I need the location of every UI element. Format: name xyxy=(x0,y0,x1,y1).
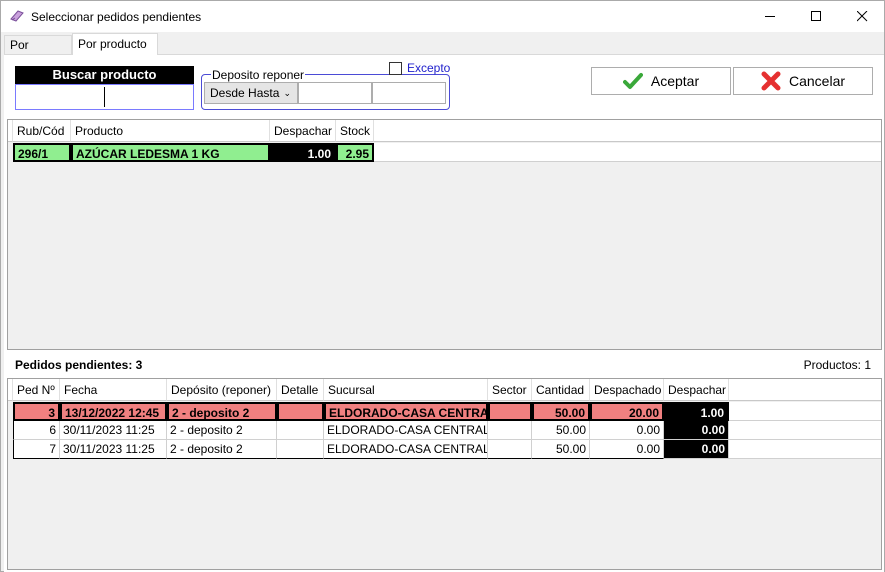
chevron-down-icon: ⌄ xyxy=(283,88,291,98)
order-despachar-cell[interactable]: 0.00 xyxy=(664,421,729,440)
dialog-window: Seleccionar pedidos pendientes Por pedid… xyxy=(0,0,885,572)
order-detalle-cell[interactable] xyxy=(277,421,324,440)
order-despachado-cell[interactable]: 0.00 xyxy=(590,440,664,459)
col-sector[interactable]: Sector xyxy=(488,379,532,401)
col-ped[interactable]: Ped Nº xyxy=(13,379,60,401)
order-sucursal-cell[interactable]: ELDORADO-CASA CENTRAL xyxy=(324,421,488,440)
app-icon xyxy=(10,10,24,22)
order-ped-cell[interactable]: 7 xyxy=(13,440,60,459)
search-label: Buscar producto xyxy=(15,66,194,84)
order-sector-cell[interactable] xyxy=(488,402,532,421)
deposito-desde-input[interactable] xyxy=(298,82,372,104)
order-fecha-cell[interactable]: 30/11/2023 11:25 xyxy=(60,440,167,459)
accept-button[interactable]: Aceptar xyxy=(591,67,731,95)
title-bar: Seleccionar pedidos pendientes xyxy=(1,1,884,32)
header-filler xyxy=(729,379,881,401)
window-title: Seleccionar pedidos pendientes xyxy=(31,10,202,24)
order-despachar-cell[interactable]: 0.00 xyxy=(664,440,729,459)
row-filler xyxy=(729,440,881,459)
col-rubcod[interactable]: Rub/Cód xyxy=(13,120,71,142)
order-fecha-cell[interactable]: 13/12/2022 12:45 xyxy=(60,402,167,421)
order-sucursal-cell[interactable]: ELDORADO-CASA CENTRAL xyxy=(324,440,488,459)
row-filler xyxy=(729,421,881,440)
col-sucursal[interactable]: Sucursal xyxy=(324,379,488,401)
order-cantidad-cell[interactable]: 50.00 xyxy=(532,402,590,421)
cancel-label: Cancelar xyxy=(788,73,846,89)
pending-orders-label: Pedidos pendientes: 3 xyxy=(15,358,143,372)
products-count-label: Productos: 1 xyxy=(803,358,871,372)
text-caret xyxy=(104,87,105,107)
order-ped-cell[interactable]: 6 xyxy=(13,421,60,440)
order-despachar-cell[interactable]: 1.00 xyxy=(664,402,729,421)
header-filler xyxy=(374,120,881,142)
order-sucursal-cell[interactable]: ELDORADO-CASA CENTRAL xyxy=(324,402,488,421)
col-deposito[interactable]: Depósito (reponer) xyxy=(167,379,277,401)
order-despachado-cell[interactable]: 20.00 xyxy=(590,402,664,421)
cancel-button[interactable]: Cancelar xyxy=(733,67,873,95)
col-detalle[interactable]: Detalle xyxy=(277,379,324,401)
order-sector-cell[interactable] xyxy=(488,440,532,459)
col-despachar[interactable]: Despachar xyxy=(664,379,729,401)
excepto-checkbox[interactable] xyxy=(389,62,402,75)
col-stock[interactable]: Stock xyxy=(336,120,374,142)
order-detalle-cell[interactable] xyxy=(277,440,324,459)
order-sector-cell[interactable] xyxy=(488,421,532,440)
close-button[interactable] xyxy=(839,1,885,32)
minimize-icon xyxy=(764,16,775,17)
deposito-legend: Deposito reponer xyxy=(211,68,306,82)
product-code-cell[interactable]: 296/1 xyxy=(13,143,71,162)
pending-orders-grid: Ped Nº Fecha Depósito (reponer) Detalle … xyxy=(7,378,882,570)
col-despachado[interactable]: Despachado xyxy=(590,379,664,401)
order-ped-cell[interactable]: 3 xyxy=(13,402,60,421)
col-cantidad[interactable]: Cantidad xyxy=(532,379,590,401)
minimize-button[interactable] xyxy=(747,1,793,32)
product-despachar-cell[interactable]: 1.00 xyxy=(270,143,336,162)
cross-icon xyxy=(761,71,781,91)
close-icon xyxy=(856,11,867,22)
order-detalle-cell[interactable] xyxy=(277,402,324,421)
maximize-button[interactable] xyxy=(793,1,839,32)
deposito-mode-value: Desde Hasta xyxy=(210,86,280,100)
order-cantidad-cell[interactable]: 50.00 xyxy=(532,421,590,440)
accept-label: Aceptar xyxy=(650,73,700,89)
product-name-cell[interactable]: AZÚCAR LEDESMA 1 KG xyxy=(71,143,270,162)
order-cantidad-cell[interactable]: 50.00 xyxy=(532,440,590,459)
maximize-icon xyxy=(810,11,821,21)
excepto-label[interactable]: Excepto xyxy=(407,61,450,75)
products-grid: Rub/Cód Producto Despachar Stock 296/1 A… xyxy=(7,119,882,350)
tab-por-pedido[interactable]: Por pedido xyxy=(4,35,72,70)
col-producto[interactable]: Producto xyxy=(71,120,270,142)
deposito-hasta-input[interactable] xyxy=(372,82,446,104)
col-fecha[interactable]: Fecha xyxy=(60,379,167,401)
row-filler xyxy=(729,402,881,421)
order-deposito-cell[interactable]: 2 - deposito 2 xyxy=(167,421,277,440)
deposito-mode-select[interactable]: Desde Hasta ⌄ xyxy=(204,82,298,104)
order-deposito-cell[interactable]: 2 - deposito 2 xyxy=(167,402,277,421)
order-fecha-cell[interactable]: 30/11/2023 11:25 xyxy=(60,421,167,440)
order-despachado-cell[interactable]: 0.00 xyxy=(590,421,664,440)
checkmark-icon xyxy=(622,73,643,89)
order-deposito-cell[interactable]: 2 - deposito 2 xyxy=(167,440,277,459)
tab-por-producto[interactable]: Por producto xyxy=(72,33,158,55)
row-filler xyxy=(374,143,881,162)
product-stock-cell[interactable]: 2.95 xyxy=(336,143,374,162)
col-despachar[interactable]: Despachar xyxy=(270,120,336,142)
